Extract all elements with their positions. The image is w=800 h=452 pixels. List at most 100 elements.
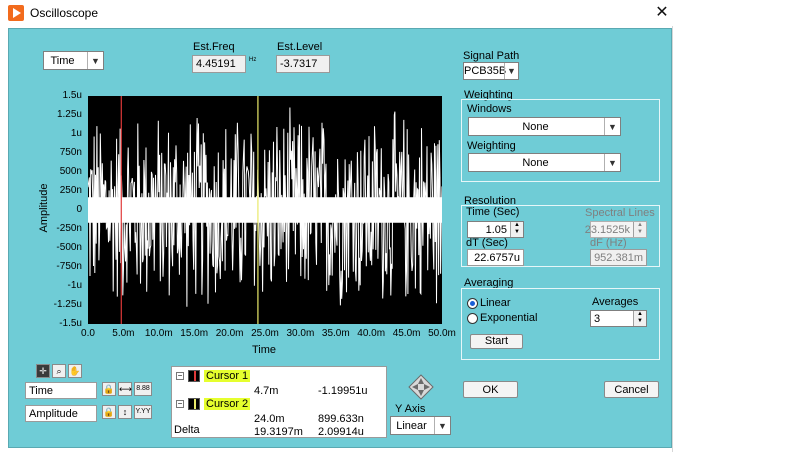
tree-collapse-icon[interactable]: − [176,400,184,408]
time-sec-value: 1.05 [485,224,507,236]
cursor-legend[interactable]: − Cursor 1 − Cursor 2 4.7m -1.19951u 24.… [171,366,387,438]
est-freq-unit: Hz [249,57,257,63]
spinner-icon[interactable]: ▲ ▼ [510,222,523,237]
oscilloscope-window: Oscilloscope ✕ Time ▼ Est.Freq 4.45191 H… [0,0,673,452]
weighting-select[interactable]: None ▼ [468,153,621,172]
cursor-row-1[interactable]: − Cursor 1 [176,370,252,384]
signal-path-select[interactable]: PCB35B ▼ [463,62,519,80]
spinner-icon: ▲ ▼ [633,222,646,237]
est-level-label: Est.Level [277,41,323,53]
delta-y: 2.09914u [318,426,364,438]
dt-label: dT (Sec) [466,237,508,249]
spinner-icon[interactable]: ▲ ▼ [633,311,646,326]
x-tick-label: 40.0m [357,328,386,339]
cursor-1-y: -1.19951u [318,385,368,397]
y-format-text: Y.YY [135,408,151,415]
title-bar: Oscilloscope ✕ [0,0,673,26]
x-tick-label: 50.0m [428,328,456,339]
est-freq-label: Est.Freq [193,41,235,53]
signal-path-label: Signal Path [463,50,520,62]
cursor-1-marker-icon [188,370,200,382]
crosshair-icon[interactable]: ✛ [36,364,50,378]
x-autoscale-icon[interactable]: ⟷ [118,382,132,396]
radio-empty-icon [467,313,478,324]
pan-hand-icon[interactable]: ✋ [68,364,82,378]
y-format-icon[interactable]: Y.YY [134,405,152,419]
averages-value: 3 [594,313,601,325]
x-tick-label: 10.0m [144,328,173,339]
est-freq-field: 4.45191 [192,55,246,73]
app-icon [8,5,24,21]
time-sec-input[interactable]: 1.05 ▲ ▼ [467,221,524,238]
y-scale-name[interactable]: Amplitude [25,405,97,422]
x-format-text: 8.88 [136,385,150,392]
cancel-button[interactable]: Cancel [604,381,659,398]
delta-label: Delta [174,424,200,436]
y-autoscale-icon[interactable]: ↕ [118,405,132,419]
cursor-row-2[interactable]: − Cursor 2 [176,398,252,412]
dt-field: 22.6757u [467,249,524,266]
ok-button[interactable]: OK [463,381,518,398]
df-value: 952.381m [594,252,643,264]
x-tick-label: 0.0 [81,328,95,339]
x-tick-label: 5.0m [112,328,135,339]
x-tick-label: 25.0m [251,328,279,339]
y-tick-label: 0 [76,204,82,215]
dt-value: 22.6757u [474,252,520,264]
cursor-1-name: Cursor 1 [204,370,251,382]
y-axis-mode-label: Y Axis [395,403,426,415]
windows-label: Windows [467,103,512,115]
df-field: 952.381m [590,249,647,266]
chevron-down-icon: ▼ [604,118,620,135]
zoom-icon[interactable]: ⌕ [52,364,66,378]
x-axis-label: Time [252,344,277,356]
windows-value: None [522,121,549,133]
chevron-down-icon: ▼ [434,417,450,434]
linear-label: Linear [480,297,511,309]
y-lock-icon[interactable]: 🔒 [102,405,116,419]
tree-collapse-icon[interactable]: − [176,372,184,380]
y-tick-label: -500n [56,242,82,253]
y-axis-mode-select[interactable]: Linear ▼ [390,416,451,435]
y-axis-mode-value: Linear [396,420,427,432]
y-tick-label: 500n [59,166,82,177]
signal-path-value: PCB35B [464,65,507,77]
spectral-lines-value: 23.1525k [584,224,630,236]
delta-x: 19.3197m [254,426,303,438]
est-level-field: -3.7317 [276,55,330,73]
windows-select[interactable]: None ▼ [468,117,621,136]
cursor-2-name: Cursor 2 [204,398,251,410]
est-level-value: -3.7317 [280,58,318,70]
averages-label: Averages [592,296,639,308]
est-freq-value: 4.45191 [196,58,236,70]
x-tick-label: 15.0m [180,328,209,339]
exponential-label: Exponential [480,312,538,324]
y-tick-label: -1u [67,280,82,291]
plot-area[interactable] [87,96,443,324]
x-tick-label: 45.0m [392,328,421,339]
y-tick-label: -250n [56,223,82,234]
signal-dense-band [88,197,442,223]
start-button[interactable]: Start [470,334,523,349]
cursor-2-marker-icon [188,398,200,410]
close-icon[interactable]: ✕ [651,2,673,24]
x-format-icon[interactable]: 8.88 [134,382,152,396]
x-scale-name-text: Time [29,385,54,397]
y-tick-label: 1.5u [62,90,82,101]
y-tick-label: 1.25u [56,109,82,120]
spectral-lines-label: Spectral Lines [585,207,655,219]
y-tick-label: 1u [70,128,82,139]
weighting-value: None [522,157,549,169]
cursor-1-x: 4.7m [254,385,279,397]
weighting-label: Weighting [467,140,516,152]
cursor-mover-icon[interactable] [408,374,434,400]
averages-input[interactable]: 3 ▲ ▼ [590,310,647,327]
chevron-down-icon: ▼ [604,154,620,171]
spectral-lines-input: 23.1525k ▲ ▼ [585,221,647,238]
radio-selected-icon [467,298,478,309]
waveform-plot[interactable] [87,96,443,324]
x-tick-label: 35.0m [321,328,350,339]
cursor-2-y: 899.633n [318,413,364,425]
x-scale-name[interactable]: Time [25,382,97,399]
x-lock-icon[interactable]: 🔒 [102,382,116,396]
